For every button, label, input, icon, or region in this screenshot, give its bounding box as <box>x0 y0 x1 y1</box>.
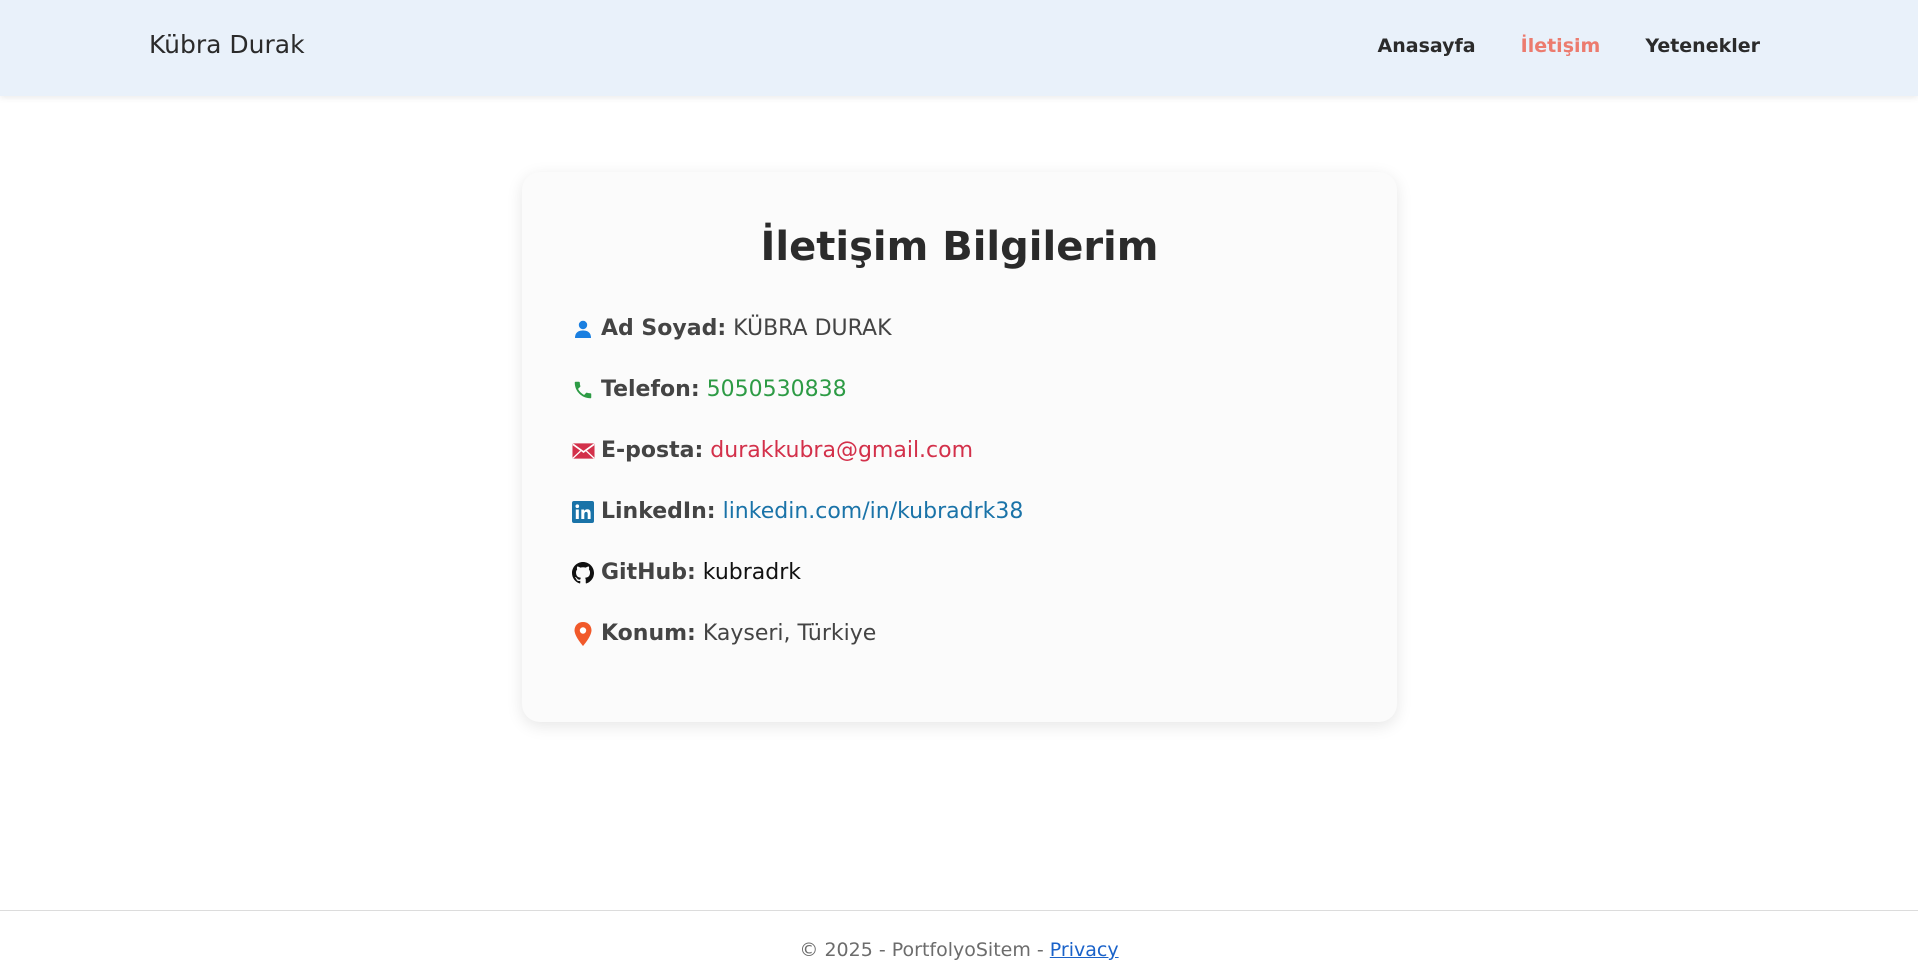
nav-menu: Anasayfa İletişim Yetenekler <box>1378 35 1760 57</box>
contact-row-phone: Telefon: 5050530838 <box>571 376 1377 437</box>
phone-link[interactable]: 5050530838 <box>707 376 847 404</box>
person-icon <box>571 317 595 341</box>
footer: © 2025 - PortfolyoSitem - Privacy <box>0 910 1918 977</box>
linkedin-link[interactable]: linkedin.com/in/kubradrk38 <box>723 498 1024 526</box>
brand-link[interactable]: Kübra Durak <box>149 30 305 59</box>
contact-row-github: GitHub: kubradrk <box>571 559 1377 620</box>
navbar: Kübra Durak Anasayfa İletişim Yetenekler <box>0 0 1918 96</box>
nav-link-anasayfa[interactable]: Anasayfa <box>1378 35 1476 57</box>
name-label: Ad Soyad: <box>601 316 727 341</box>
nav-link-iletisim[interactable]: İletişim <box>1521 35 1601 57</box>
github-link[interactable]: kubradrk <box>703 559 801 587</box>
contact-row-name: Ad Soyad: KÜBRA DURAK <box>571 315 1377 376</box>
linkedin-icon <box>571 500 595 524</box>
envelope-icon <box>571 439 595 463</box>
location-value: Kayseri, Türkiye <box>702 621 877 646</box>
contact-card: İletişim Bilgilerim Ad Soyad: KÜBRA DURA… <box>522 172 1397 722</box>
email-label: E-posta: <box>601 438 704 463</box>
privacy-link[interactable]: Privacy <box>1050 939 1119 961</box>
phone-icon <box>571 378 595 402</box>
name-value: KÜBRA DURAK <box>733 316 892 341</box>
contact-info-list: Ad Soyad: KÜBRA DURAK Telefon: 505053083… <box>571 315 1377 681</box>
location-label: Konum: <box>601 621 696 646</box>
contact-row-linkedin: LinkedIn: linkedin.com/in/kubradrk38 <box>571 498 1377 559</box>
contact-title: İletişim Bilgilerim <box>760 224 1159 270</box>
location-pin-icon <box>571 622 595 646</box>
email-link[interactable]: durakkubra@gmail.com <box>710 437 973 465</box>
footer-copyright: © 2025 - PortfolyoSitem - <box>799 939 1050 961</box>
nav-link-yetenekler[interactable]: Yetenekler <box>1645 35 1760 57</box>
linkedin-label: LinkedIn: <box>601 499 716 524</box>
contact-row-email: E-posta: durakkubra@gmail.com <box>571 437 1377 498</box>
github-label: GitHub: <box>601 560 696 585</box>
phone-label: Telefon: <box>601 377 700 402</box>
contact-row-location: Konum: Kayseri, Türkiye <box>571 620 1377 681</box>
github-icon <box>571 561 595 585</box>
